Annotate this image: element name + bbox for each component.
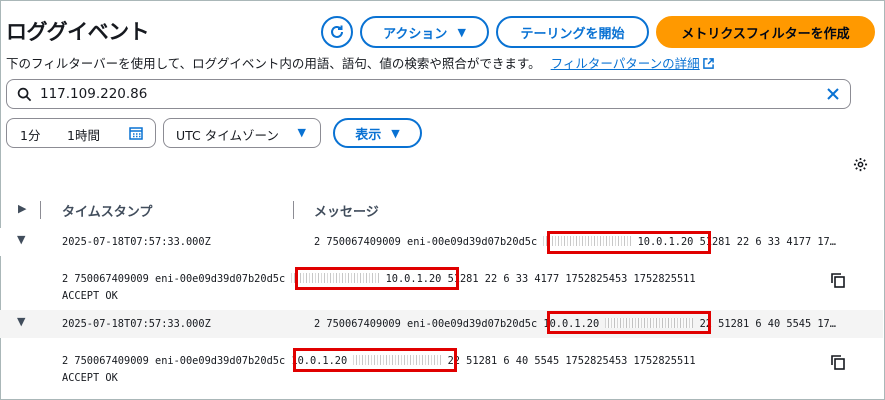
column-divider bbox=[293, 201, 294, 219]
column-divider bbox=[40, 201, 41, 219]
highlight-box bbox=[295, 267, 459, 290]
caret-down-icon: ▼ bbox=[391, 126, 400, 140]
table-row[interactable]: ▼ 2025-07-18T07:57:33.000Z 2 75006740900… bbox=[0, 310, 883, 392]
column-header-message[interactable]: メッセージ bbox=[314, 201, 379, 220]
caret-down-icon: ▼ bbox=[457, 25, 466, 39]
time-range-selector[interactable]: 1分 1時間 bbox=[6, 118, 156, 148]
detail-suffix: 22 51281 6 40 5545 1752825453 1752825511 bbox=[441, 355, 696, 367]
timezone-select[interactable]: UTC タイムゾーン ▼ bbox=[163, 118, 321, 148]
range-option-1m[interactable]: 1分 bbox=[20, 125, 40, 144]
filter-search-bar[interactable]: 117.109.220.86 bbox=[6, 79, 851, 109]
detail-prefix: 2 750067409009 eni-00e09d39d07b20d5c bbox=[62, 273, 292, 285]
filter-pattern-link-label: フィルターパターンの詳細 bbox=[550, 56, 700, 71]
row-timestamp: 2025-07-18T07:57:33.000Z bbox=[62, 236, 211, 248]
filter-pattern-link[interactable]: フィルターパターンの詳細 bbox=[551, 56, 714, 71]
copy-icon[interactable] bbox=[830, 354, 846, 370]
start-tailing-button[interactable]: テーリングを開始 bbox=[496, 16, 649, 48]
highlight-box bbox=[547, 231, 711, 254]
timezone-label: UTC タイムゾーン bbox=[176, 128, 279, 143]
close-icon[interactable] bbox=[826, 87, 840, 101]
message-suffix: 22 51281 6 40 5545 17… bbox=[693, 318, 836, 330]
display-button[interactable]: 表示 ▼ bbox=[333, 118, 422, 148]
detail-prefix: 2 750067409009 eni-00e09d39d07b20d5c bbox=[62, 355, 292, 367]
row-detail-status: ACCEPT OK bbox=[62, 290, 118, 302]
copy-icon[interactable] bbox=[830, 272, 846, 288]
collapse-row-icon[interactable]: ▼ bbox=[17, 315, 25, 328]
external-link-icon bbox=[702, 58, 714, 69]
column-header-timestamp[interactable]: タイムスタンプ bbox=[62, 201, 152, 220]
actions-button[interactable]: アクション ▼ bbox=[360, 16, 489, 48]
collapse-row-icon[interactable]: ▼ bbox=[17, 233, 25, 246]
highlight-box bbox=[547, 311, 711, 334]
row-timestamp: 2025-07-18T07:57:33.000Z bbox=[62, 318, 211, 330]
search-input[interactable]: 117.109.220.86 bbox=[40, 86, 147, 102]
display-label: 表示 bbox=[355, 127, 382, 143]
description-text: 下のフィルターバーを使用して、ロググイベント内の用語、語句、値の検索や照合ができ… bbox=[6, 56, 541, 71]
start-tailing-label: テーリングを開始 bbox=[520, 26, 625, 42]
expand-all-toggle-icon[interactable]: ▶ bbox=[18, 202, 26, 215]
caret-down-icon: ▼ bbox=[297, 126, 306, 139]
search-icon bbox=[17, 87, 32, 102]
gear-icon[interactable] bbox=[853, 157, 868, 172]
highlight-box bbox=[293, 348, 457, 372]
refresh-icon bbox=[331, 25, 343, 38]
actions-label: アクション bbox=[383, 26, 448, 42]
page-title: ロググイベント bbox=[6, 20, 150, 44]
table-header: ▶ タイムスタンプ メッセージ bbox=[0, 196, 883, 224]
create-metric-filter-label: メトリクスフィルターを作成 bbox=[681, 26, 850, 42]
message-prefix: 2 750067409009 eni-00e09d39d07b20d5c bbox=[314, 236, 544, 248]
table-row[interactable]: ▼ 2025-07-18T07:57:33.000Z 2 75006740900… bbox=[0, 228, 883, 310]
refresh-button[interactable] bbox=[321, 16, 353, 48]
row-detail-status: ACCEPT OK bbox=[62, 372, 118, 384]
calendar-icon[interactable] bbox=[129, 126, 143, 140]
filter-description: 下のフィルターバーを使用して、ロググイベント内の用語、語句、値の検索や照合ができ… bbox=[6, 53, 714, 72]
message-suffix: 51281 22 6 33 4177 17… bbox=[693, 236, 836, 248]
message-prefix: 2 750067409009 eni-00e09d39d07b20d5c bbox=[314, 318, 544, 330]
create-metric-filter-button[interactable]: メトリクスフィルターを作成 bbox=[656, 16, 875, 48]
range-option-1h[interactable]: 1時間 bbox=[67, 125, 100, 144]
detail-suffix: 51281 22 6 33 4177 1752825453 1752825511 bbox=[441, 273, 696, 285]
